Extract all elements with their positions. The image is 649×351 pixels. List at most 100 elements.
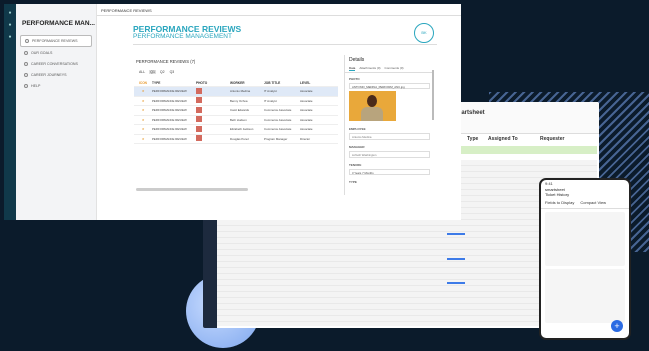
grid-mark — [447, 233, 465, 235]
column-header[interactable]: LEVEL — [300, 81, 328, 85]
cell-photo — [196, 106, 230, 114]
cell-level: Associate — [300, 108, 313, 113]
column-header[interactable]: ICON — [134, 81, 152, 85]
icon-rail: ● ● ● — [4, 4, 16, 220]
filter-q2[interactable]: Q2 — [159, 70, 166, 74]
topbar-title: PERFORMANCE REVIEWS — [101, 8, 152, 13]
cell-level: Associate — [300, 98, 313, 103]
details-panel: Details Data Attachments (0) Comments (0… — [344, 55, 434, 195]
tab-comments[interactable]: Comments (0) — [385, 66, 404, 71]
sidebar-item-label: OUR GOALS — [31, 51, 53, 55]
home-icon[interactable]: ● — [4, 10, 16, 16]
power-icon[interactable]: ● — [4, 34, 16, 40]
settings-icon[interactable]: ● — [4, 22, 16, 28]
review-icon: ★ — [141, 136, 145, 141]
cell-worker: Elizabeth Jackson — [230, 127, 254, 132]
sidebar-item-career-conversations[interactable]: CAREER CONVERSATIONS — [20, 59, 92, 69]
column-header[interactable]: WORKER — [230, 81, 264, 85]
table-row[interactable]: ★ PERFORMANCE REVIEW Beth Hudson Commerc… — [134, 116, 338, 125]
employee-field[interactable]: Antonio Medina — [349, 133, 430, 140]
review-icon: ★ — [141, 117, 145, 122]
cell-job-title: Commerce Associate — [264, 117, 292, 122]
circle-icon — [25, 39, 29, 43]
add-icon[interactable]: + — [611, 320, 623, 332]
tenure-field[interactable]: 3 Years 7 Months — [349, 169, 430, 175]
cell-worker: Beth Hudson — [230, 117, 247, 122]
page-subtitle: PERFORMANCE MANAGEMENT — [133, 33, 232, 40]
cell-job-title: IT Analyst — [264, 89, 277, 94]
tab-attachments[interactable]: Attachments (0) — [359, 66, 380, 71]
tab-data[interactable]: Data — [349, 66, 356, 71]
cell-worker: Benny Ochoa — [230, 98, 248, 103]
review-icon: ★ — [141, 108, 145, 113]
table-row[interactable]: ★ PERFORMANCE REVIEW Elizabeth Jackson C… — [134, 125, 338, 135]
sidebar-item-label: PERFORMANCE REVIEWS — [32, 39, 78, 43]
review-icon: ★ — [141, 89, 145, 94]
cell-level: Associate — [300, 127, 313, 132]
type-label: TYPE — [349, 180, 357, 184]
mobile-view-options: Fields to Display Compact View — [541, 197, 629, 209]
sidebar: PERFORMANCE MAN... PERFORMANCE REVIEWS O… — [16, 4, 97, 220]
divider — [133, 44, 437, 45]
circle-icon — [24, 62, 28, 66]
column-header-type[interactable]: Type — [467, 136, 478, 142]
filter-q1[interactable]: Q1 — [149, 70, 156, 74]
sidebar-item-career-journeys[interactable]: CAREER JOURNEYS — [20, 70, 92, 80]
grid-mark — [447, 258, 465, 260]
photo-filename: ANTONIO_MEDINA_PERFORM_ANC.jpg — [349, 83, 430, 89]
column-header[interactable]: TYPE — [152, 81, 196, 85]
cell-worker: Antonio Medina — [230, 89, 251, 94]
cell-type: PERFORMANCE REVIEW — [152, 98, 187, 103]
sidebar-item-label: CAREER JOURNEYS — [31, 73, 67, 77]
cell-level: Associate — [300, 117, 313, 122]
table-header-row: ICON TYPE PHOTO WORKER JOB TITLE LEVEL — [134, 80, 338, 87]
cell-photo — [196, 125, 230, 133]
fields-to-display-button[interactable]: Fields to Display — [545, 200, 574, 205]
column-header-assigned-to[interactable]: Assigned To — [488, 136, 518, 142]
sidebar-item-our-goals[interactable]: OUR GOALS — [20, 48, 92, 58]
mobile-card[interactable] — [545, 212, 625, 266]
photo-label: PHOTO — [349, 77, 360, 81]
cell-worker: Douglas Perez — [230, 136, 249, 141]
column-header[interactable]: JOB TITLE — [264, 81, 300, 85]
table-row[interactable]: ★ PERFORMANCE REVIEW Douglas Perez Progr… — [134, 135, 338, 144]
circle-icon — [24, 73, 28, 77]
sidebar-title: PERFORMANCE MAN... — [22, 20, 95, 27]
manager-field[interactable]: Lizbeth Washington — [349, 151, 430, 158]
cell-type: PERFORMANCE REVIEW — [152, 117, 187, 122]
cell-job-title: IT Analyst — [264, 98, 277, 103]
cell-worker: Carol Edwards — [230, 108, 249, 113]
sidebar-item-performance-reviews[interactable]: PERFORMANCE REVIEWS — [20, 35, 92, 47]
review-icon: ★ — [141, 98, 145, 103]
status-time: 9:41 — [545, 181, 553, 186]
cell-level: Director — [300, 136, 311, 141]
filter-all[interactable]: ALL — [138, 70, 146, 74]
table-row[interactable]: ★ PERFORMANCE REVIEW Antonio Medina IT A… — [134, 87, 338, 97]
cell-job-title: Commerce Associate — [264, 127, 292, 132]
table-row[interactable]: ★ PERFORMANCE REVIEW Benny Ochoa IT Anal… — [134, 97, 338, 106]
column-header[interactable]: PHOTO — [196, 81, 230, 85]
review-icon: ★ — [141, 127, 145, 132]
table-row[interactable]: ★ PERFORMANCE REVIEW Carol Edwards Comme… — [134, 106, 338, 116]
cell-job-title: Program Manager — [264, 136, 288, 141]
compact-view-toggle[interactable]: Compact View — [580, 200, 606, 205]
sidebar-item-help[interactable]: HELP — [20, 81, 92, 91]
top-bar: PERFORMANCE REVIEWS — [97, 4, 461, 16]
list-title: PERFORMANCE REVIEWS (7) — [136, 59, 196, 64]
horizontal-scrollbar[interactable] — [136, 188, 248, 191]
mobile-device: 9:41 smartsheet Ticket History Fields to… — [539, 178, 631, 340]
sidebar-item-label: CAREER CONVERSATIONS — [31, 62, 78, 66]
company-logo: BK — [414, 23, 434, 43]
column-header-requester[interactable]: Requester — [540, 136, 564, 142]
cell-photo — [196, 97, 230, 104]
manager-label: MANAGER — [349, 145, 365, 149]
employee-photo — [349, 91, 396, 121]
vertical-scrollbar[interactable] — [432, 70, 434, 120]
filter-q3[interactable]: Q3 — [169, 70, 176, 74]
cell-photo — [196, 135, 230, 142]
sidebar-item-label: HELP — [31, 84, 41, 88]
employee-label: EMPLOYEE — [349, 127, 366, 131]
cell-job-title: Commerce Associate — [264, 108, 292, 113]
mobile-card[interactable] — [545, 269, 625, 323]
highlighted-row[interactable] — [461, 146, 597, 154]
